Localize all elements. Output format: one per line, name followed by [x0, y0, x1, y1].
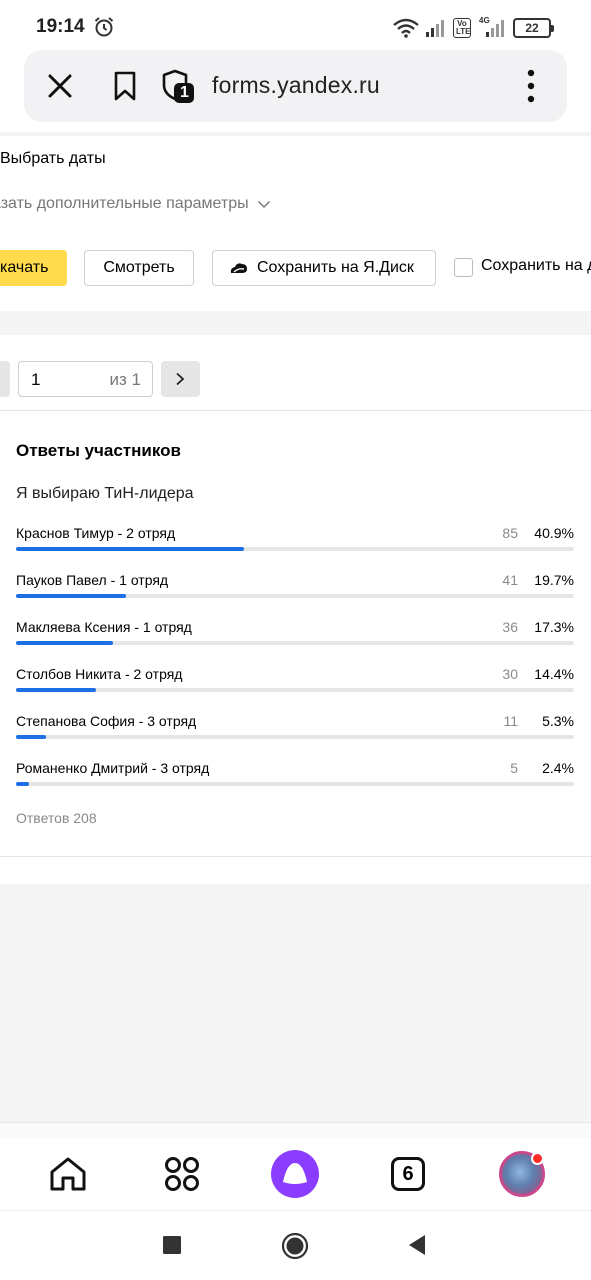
close-icon[interactable] — [46, 72, 74, 100]
home-circle-icon[interactable] — [281, 1232, 309, 1260]
answer-bar-fill — [16, 735, 46, 739]
answer-label: Столбов Никита - 2 отряд — [16, 666, 183, 682]
answer-bar-fill — [16, 547, 244, 551]
answer-row: Степанова София - 3 отряд 11 5.3% — [16, 713, 574, 753]
answer-label: Краснов Тимур - 2 отряд — [16, 525, 176, 541]
page-total: из 1 — [109, 370, 141, 389]
home-icon — [50, 1157, 86, 1191]
answer-label: Макляева Ксения - 1 отряд — [16, 619, 192, 635]
grid-icon — [165, 1157, 199, 1191]
answer-percent: 19.7% — [534, 572, 574, 588]
download-label: качать — [0, 259, 49, 276]
answer-bar-track — [16, 594, 574, 598]
chevron-right-icon — [176, 372, 185, 386]
wifi-icon — [393, 18, 419, 38]
save-to-disk-label: Сохранить на Я.Диск — [257, 259, 414, 276]
services-button[interactable] — [152, 1138, 212, 1210]
status-bar: 19:14 Vo LTE 4G 22 — [0, 0, 591, 52]
chevron-down-icon — [257, 200, 270, 208]
results-panel: 1 из 1 Ответы участников Я выбираю ТиН-л… — [0, 335, 591, 884]
profile-button[interactable] — [492, 1138, 552, 1210]
address-bar: 1 forms.yandex.ru — [24, 50, 567, 122]
answer-bar-track — [16, 735, 574, 739]
alarm-icon — [94, 17, 114, 37]
answer-percent: 5.3% — [542, 713, 574, 729]
prev-page-button[interactable] — [0, 361, 10, 397]
answer-percent: 17.3% — [534, 619, 574, 635]
recents-icon[interactable] — [163, 1236, 181, 1254]
view-label: Смотреть — [103, 259, 175, 276]
clock: 19:14 — [36, 16, 85, 37]
answer-bar-track — [16, 641, 574, 645]
answer-percent: 2.4% — [542, 760, 574, 776]
url-field[interactable]: forms.yandex.ru — [212, 72, 380, 99]
status-icons: Vo LTE 4G 22 — [393, 16, 554, 40]
page-value: 1 — [31, 370, 41, 389]
notification-dot — [531, 1152, 544, 1165]
answer-count: 5 — [510, 760, 518, 776]
answer-count: 30 — [502, 666, 518, 682]
alice-button[interactable] — [265, 1138, 325, 1210]
more-vert-icon[interactable] — [524, 68, 538, 104]
signal-icon — [426, 20, 444, 37]
answer-label: Пауков Павел - 1 отряд — [16, 572, 169, 588]
download-button[interactable]: качать — [0, 250, 67, 286]
save-checkbox-label: Сохранить на д — [481, 257, 591, 274]
choose-dates-link[interactable]: Выбрать даты — [0, 150, 106, 168]
shield-badge: 1 — [180, 84, 189, 101]
question-title: Я выбираю ТиН-лидера — [16, 485, 194, 502]
answer-bar-fill — [16, 782, 29, 786]
answer-row: Романенко Дмитрий - 3 отряд 5 2.4% — [16, 760, 574, 800]
answer-count: 36 — [502, 619, 518, 635]
browser-bottom-nav: 6 — [0, 1138, 591, 1210]
avatar — [499, 1151, 545, 1197]
answer-bar-fill — [16, 641, 113, 645]
answer-bar-track — [16, 547, 574, 551]
answer-row: Макляева Ксения - 1 отряд 36 17.3% — [16, 619, 574, 659]
section-title: Ответы участников — [16, 441, 181, 460]
answer-count: 41 — [502, 572, 518, 588]
answer-bar-track — [16, 688, 574, 692]
answer-bar-fill — [16, 594, 126, 598]
yandex-disk-icon — [230, 263, 247, 273]
tabs-button[interactable]: 6 — [378, 1138, 438, 1210]
answer-count: 85 — [502, 525, 518, 541]
answer-row: Краснов Тимур - 2 отряд 85 40.9% — [16, 525, 574, 565]
next-page-button[interactable] — [161, 361, 200, 397]
battery-icon: 22 — [513, 18, 554, 38]
answer-percent: 40.9% — [534, 525, 574, 541]
save-checkbox[interactable] — [454, 258, 473, 277]
page-input[interactable]: 1 из 1 — [18, 361, 153, 397]
bookmark-icon[interactable] — [112, 70, 138, 102]
divider — [0, 856, 591, 857]
tabs-count-icon: 6 — [391, 1157, 425, 1191]
view-button[interactable]: Смотреть — [84, 250, 194, 286]
divider — [0, 410, 591, 411]
back-icon[interactable] — [406, 1233, 426, 1257]
signal-4g-icon: 4G — [477, 16, 507, 38]
screen: 19:14 Vo LTE 4G 22 1 forms.yandex.ru Выб… — [0, 0, 591, 1280]
alice-icon — [271, 1150, 319, 1198]
answer-percent: 14.4% — [534, 666, 574, 682]
system-nav-bar — [0, 1210, 591, 1280]
home-button[interactable] — [38, 1138, 98, 1210]
save-to-disk-button[interactable]: Сохранить на Я.Диск — [212, 250, 436, 286]
export-panel: Выбрать даты азать дополнительные параме… — [0, 136, 591, 311]
answer-bar-fill — [16, 688, 96, 692]
answer-row: Столбов Никита - 2 отряд 30 14.4% — [16, 666, 574, 706]
more-params-toggle[interactable]: азать дополнительные параметры — [0, 195, 271, 213]
answer-count: 11 — [503, 713, 518, 729]
answer-row: Пауков Павел - 1 отряд 41 19.7% — [16, 572, 574, 612]
volte-icon: Vo LTE — [453, 18, 471, 38]
answer-bar-track — [16, 782, 574, 786]
site-security-button[interactable]: 1 — [162, 68, 202, 104]
bottom-separator — [0, 1122, 591, 1138]
answer-label: Романенко Дмитрий - 3 отряд — [16, 760, 210, 776]
responses-total: Ответов 208 — [16, 810, 97, 826]
answer-label: Степанова София - 3 отряд — [16, 713, 197, 729]
more-params-label: азать дополнительные параметры — [0, 195, 249, 212]
